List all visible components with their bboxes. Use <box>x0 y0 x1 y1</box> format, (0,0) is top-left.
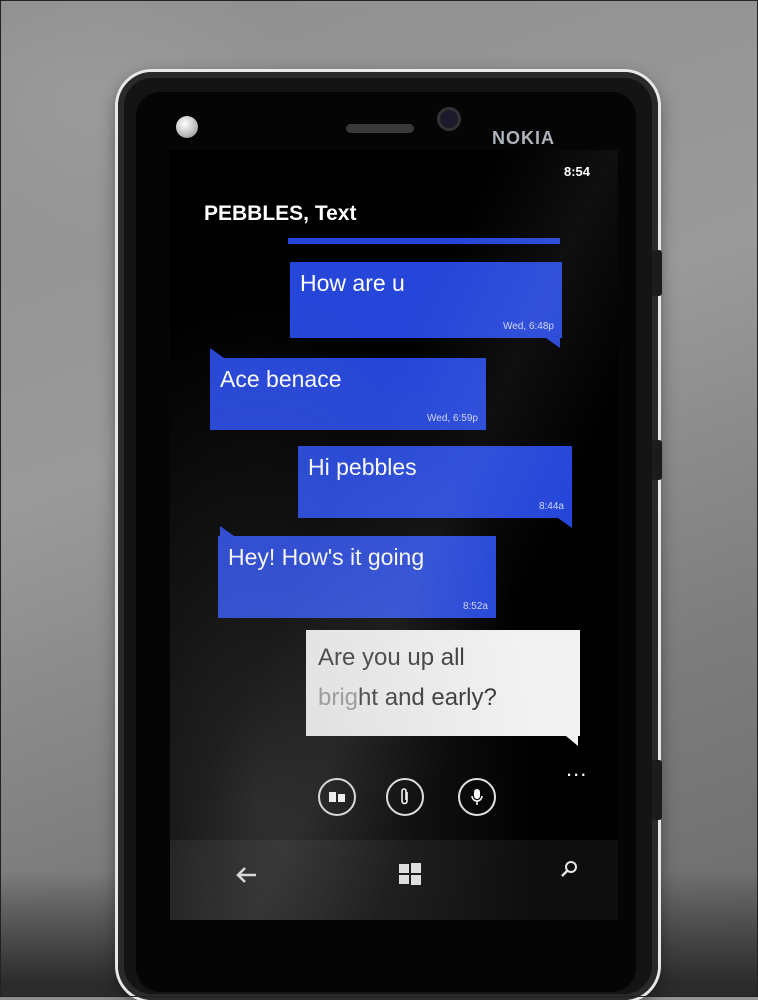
image-border <box>0 0 758 997</box>
